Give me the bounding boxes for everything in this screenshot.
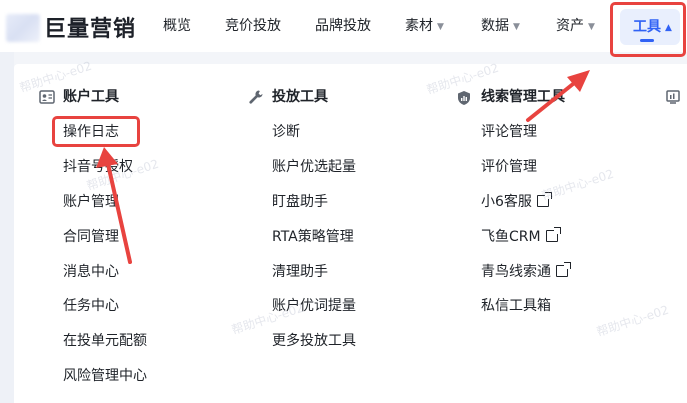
external-link-icon [536,192,552,207]
menu-item-feiyu-crm[interactable]: 飞鱼CRM [481,227,561,247]
menu-item-rta-strategy[interactable]: RTA策略管理 [272,227,354,247]
tools-highlight-box [610,2,686,57]
top-nav: 巨量营销 概览 竞价投放 品牌投放 素材 ▼ 数据 ▼ 资产 ▼ 工具 ▲ [0,0,687,52]
left-strip [0,52,14,403]
nav-item-label: 竞价投放 [225,18,281,34]
menu-item-cleanup-assistant[interactable]: 清理助手 [272,262,328,282]
nav-item-overview[interactable]: 概览 [163,16,191,36]
menu-item-label: 飞鱼CRM [481,229,541,245]
menu-item-unit-quota[interactable]: 在投单元配额 [63,331,147,351]
nav-item-assets[interactable]: 资产 ▼ [556,16,595,36]
nav-item-label: 资产 [556,18,584,34]
column-title-delivery-tools: 投放工具 [272,89,328,105]
nav-item-label: 概览 [163,18,191,34]
nav-item-label: 品牌投放 [315,18,371,34]
chevron-down-icon: ▼ [437,22,444,32]
menu-item-label: 评价管理 [481,159,537,175]
chart-board-icon [666,90,680,104]
external-link-icon [545,227,561,242]
operation-log-highlight-box [52,116,140,147]
logo-icon [6,14,40,42]
chevron-down-icon: ▼ [513,22,520,32]
nav-item-label: 数据 [481,18,509,34]
menu-item-dm-toolbox[interactable]: 私信工具箱 [481,296,551,316]
menu-item-message-center[interactable]: 消息中心 [63,262,119,282]
column-title-account-tools: 账户工具 [63,89,119,105]
menu-item-label: 小6客服 [481,194,532,210]
nav-item-brand[interactable]: 品牌投放 [315,16,371,36]
menu-item-keyword-boost[interactable]: 账户优词提量 [272,296,356,316]
menu-item-qingniao-leads[interactable]: 青鸟线索通 [481,262,571,282]
column-title-lead-tools: 线索管理工具 [481,89,565,105]
external-link-icon [556,262,571,277]
menu-item-monitor-assistant[interactable]: 盯盘助手 [272,192,328,212]
lead-shield-icon [458,91,470,105]
nav-item-bidding[interactable]: 竞价投放 [225,16,281,36]
nav-item-data[interactable]: 数据 ▼ [481,16,520,36]
menu-item-comment-management[interactable]: 评论管理 [481,122,537,142]
menu-item-more-tools[interactable]: 更多投放工具 [272,331,356,351]
menu-item-label: 青鸟线索通 [481,264,551,280]
menu-item-douyin-auth[interactable]: 抖音号授权 [63,157,133,177]
nav-item-label: 素材 [405,18,433,34]
menu-item-account-boost[interactable]: 账户优选起量 [272,157,356,177]
wrench-icon [249,90,263,104]
nav-item-creative[interactable]: 素材 ▼ [405,16,444,36]
menu-item-contract-management[interactable]: 合同管理 [63,227,119,247]
menu-item-label: 评论管理 [481,124,537,140]
menu-item-review-management[interactable]: 评价管理 [481,157,537,177]
menu-item-risk-center[interactable]: 风险管理中心 [63,366,147,386]
menu-item-account-management[interactable]: 账户管理 [63,192,119,212]
account-card-icon [39,90,55,104]
menu-item-diagnosis[interactable]: 诊断 [272,122,300,142]
brand-name[interactable]: 巨量营销 [44,11,136,43]
menu-item-label: 私信工具箱 [481,298,551,314]
menu-item-xiao6-service[interactable]: 小6客服 [481,192,552,212]
chevron-down-icon: ▼ [588,22,595,32]
menu-item-task-center[interactable]: 任务中心 [63,296,119,316]
